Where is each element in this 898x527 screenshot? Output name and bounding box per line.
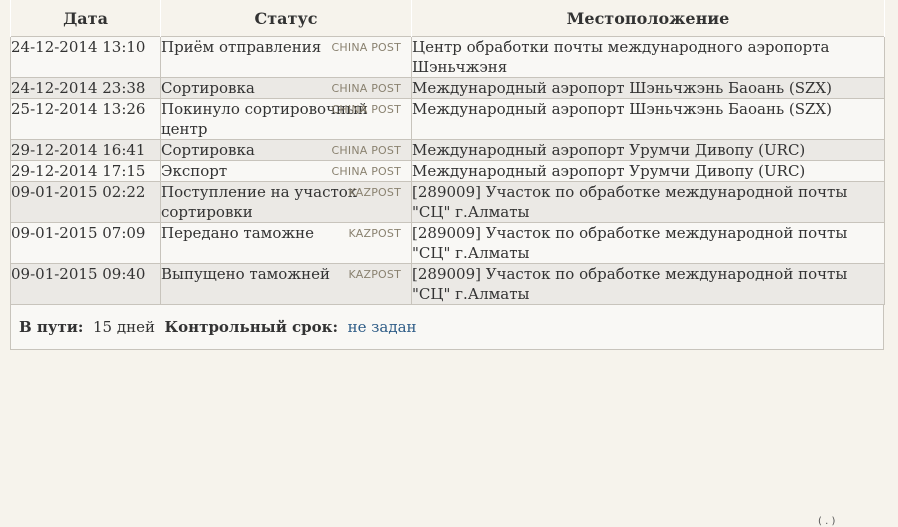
carrier-label: KAZPOST: [348, 227, 401, 240]
carrier-label: CHINA POST: [331, 144, 401, 157]
carrier-label: CHINA POST: [331, 103, 401, 116]
column-header-date: Дата: [10, 0, 161, 37]
event-date: 29-12-2014 17:15: [10, 160, 161, 182]
table-row: 09-01-2015 09:40 KAZPOST Выпущено таможне…: [10, 263, 885, 305]
event-status-cell: KAZPOST Поступление на участок сортировки: [160, 181, 412, 223]
event-status: Сортировка: [161, 141, 255, 159]
event-status: Поступление на участок сортировки: [161, 183, 358, 221]
carrier-label: CHINA POST: [331, 82, 401, 95]
carrier-label: KAZPOST: [348, 268, 401, 281]
in-transit-value: 15 дней: [93, 318, 155, 336]
carrier-label: KAZPOST: [348, 186, 401, 199]
event-location: [289009] Участок по обработке международ…: [411, 263, 885, 305]
event-location: Международный аэропорт Урумчи Дивопу (UR…: [411, 139, 885, 161]
event-status-cell: KAZPOST Выпущено таможней: [160, 263, 412, 305]
event-date: 29-12-2014 16:41: [10, 139, 161, 161]
event-location: Центр обработки почты международного аэр…: [411, 36, 885, 78]
transit-summary: В пути: 15 дней Контрольный срок: не зад…: [10, 305, 884, 350]
event-date: 09-01-2015 09:40: [10, 263, 161, 305]
event-location: [289009] Участок по обработке международ…: [411, 181, 885, 223]
table-row: 29-12-2014 17:15 CHINA POST Экспорт Между…: [10, 160, 885, 182]
table-header-row: Дата Статус Местоположение: [10, 0, 885, 37]
tracking-events: 24-12-2014 13:10 CHINA POST Приём отправл…: [10, 36, 885, 305]
event-status: Сортировка: [161, 79, 255, 97]
event-date: 24-12-2014 13:10: [10, 36, 161, 78]
event-status-cell: CHINA POST Сортировка: [160, 77, 412, 99]
event-location: Международный аэропорт Урумчи Дивопу (UR…: [411, 160, 885, 182]
table-row: 24-12-2014 23:38 CHINA POST Сортировка Ме…: [10, 77, 885, 99]
table-row: 25-12-2014 13:26 CHINA POST Покинуло сорт…: [10, 98, 885, 140]
event-status-cell: KAZPOST Передано таможне: [160, 222, 412, 264]
event-date: 09-01-2015 02:22: [10, 181, 161, 223]
table-row: 09-01-2015 02:22 KAZPOST Поступление на у…: [10, 181, 885, 223]
table-row: 29-12-2014 16:41 CHINA POST Сортировка Ме…: [10, 139, 885, 161]
event-status: Передано таможне: [161, 224, 315, 242]
event-date: 25-12-2014 13:26: [10, 98, 161, 140]
event-location: Международный аэропорт Шэньчжэнь Баоань …: [411, 77, 885, 99]
event-status-cell: CHINA POST Приём отправления: [160, 36, 412, 78]
event-date: 24-12-2014 23:38: [10, 77, 161, 99]
deadline-link[interactable]: не задан: [348, 318, 417, 336]
carrier-label: CHINA POST: [331, 41, 401, 54]
in-transit-label: В пути:: [19, 318, 84, 336]
tracking-table: Дата Статус Местоположение 24-12-2014 13…: [10, 0, 885, 305]
event-date: 09-01-2015 07:09: [10, 222, 161, 264]
deadline-label: Контрольный срок:: [164, 318, 339, 336]
cut-off-text: ( . ): [818, 516, 836, 527]
event-status-cell: CHINA POST Экспорт: [160, 160, 412, 182]
event-status: Выпущено таможней: [161, 265, 331, 283]
table-row: 09-01-2015 07:09 KAZPOST Передано таможне…: [10, 222, 885, 264]
column-header-status: Статус: [160, 0, 412, 37]
event-location: [289009] Участок по обработке международ…: [411, 222, 885, 264]
event-status: Приём отправления: [161, 38, 322, 56]
table-row: 24-12-2014 13:10 CHINA POST Приём отправл…: [10, 36, 885, 78]
event-status-cell: CHINA POST Покинуло сортировочный центр: [160, 98, 412, 140]
column-header-location: Местоположение: [411, 0, 885, 37]
event-status-cell: CHINA POST Сортировка: [160, 139, 412, 161]
carrier-label: CHINA POST: [331, 165, 401, 178]
event-status: Экспорт: [161, 162, 228, 180]
tracking-panel: Дата Статус Местоположение 24-12-2014 13…: [10, 0, 885, 350]
event-location: Международный аэропорт Шэньчжэнь Баоань …: [411, 98, 885, 140]
